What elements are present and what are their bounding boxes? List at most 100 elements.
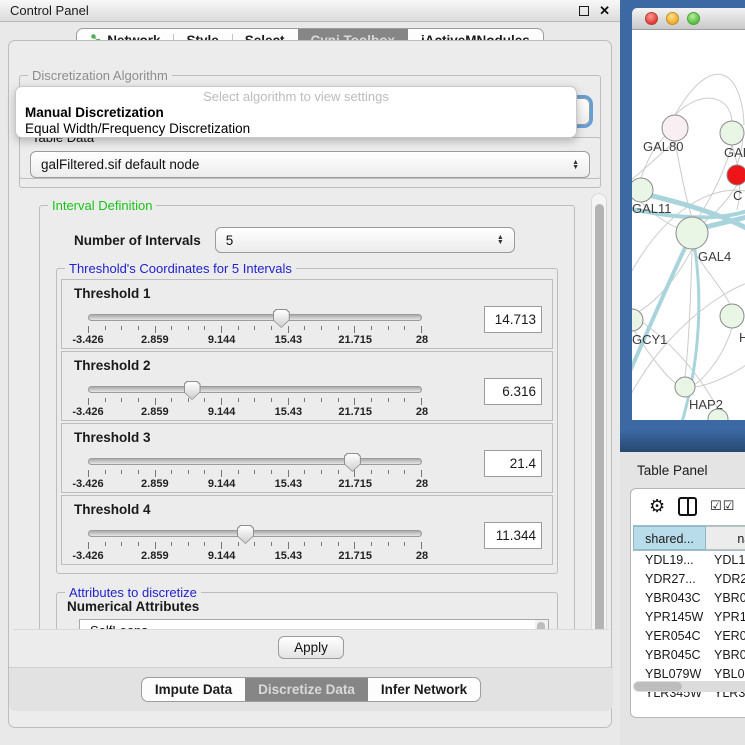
slider-track[interactable] <box>88 530 422 537</box>
threshold-row: Threshold 2-3.4262.8599.14415.4321.71528… <box>61 351 553 421</box>
network-node-label: GCY1 <box>632 332 667 347</box>
apply-button[interactable]: Apply <box>278 636 344 659</box>
scale-label: -3.426 <box>72 334 103 346</box>
threshold-value-field[interactable]: 11.344 <box>484 522 542 549</box>
cell-shared-name: YDL19... <box>633 551 706 570</box>
table-row[interactable]: YDL19...YDL19... <box>633 551 745 570</box>
attributes-group-label: Attributes to discretize <box>65 585 201 600</box>
threshold-value-field[interactable]: 6.316 <box>484 378 542 405</box>
network-edge[interactable] <box>632 249 692 316</box>
scale-label: 2.859 <box>141 406 169 418</box>
network-node-label: H <box>739 330 745 345</box>
table-panel: Table Panel ⚙ ☑☑ shared... name YDL19...… <box>620 452 745 745</box>
network-edge[interactable] <box>685 249 692 377</box>
tab-discretize-data-label: Discretize Data <box>258 682 355 697</box>
split-columns-icon[interactable] <box>678 497 697 516</box>
table-row[interactable]: YPR145WYPR145W <box>633 608 745 627</box>
number-of-intervals-combobox[interactable]: 5 ▲▼ <box>215 227 515 253</box>
network-edge[interactable] <box>632 312 718 409</box>
zoom-traffic-light-icon[interactable] <box>687 12 700 25</box>
network-node[interactable] <box>727 165 745 185</box>
window-frame-shadow <box>620 430 745 452</box>
close-traffic-light-icon[interactable] <box>645 12 658 25</box>
scale-label: 28 <box>416 406 428 418</box>
scale-label: 28 <box>416 550 428 562</box>
network-node[interactable] <box>632 309 643 331</box>
network-node-label: GAL80 <box>643 139 683 154</box>
slider-track[interactable] <box>88 386 422 393</box>
table-panel-title: Table Panel <box>620 452 745 478</box>
cell-shared-name: YER054C <box>633 627 706 646</box>
settings-scroll-area: Interval Definition Number of Intervals … <box>13 193 609 663</box>
slider-ticks <box>88 542 422 549</box>
cell-shared-name: YDR27... <box>633 570 706 589</box>
float-window-icon[interactable] <box>579 6 589 16</box>
table-row[interactable]: YDR27...YDR27... <box>633 570 745 589</box>
number-of-intervals-label: Number of Intervals <box>74 233 201 248</box>
threshold-row: Threshold 3-3.4262.8599.14415.4321.71528… <box>61 423 553 493</box>
settings-vertical-scrollbar[interactable] <box>591 193 607 663</box>
threshold-label: Threshold 1 <box>74 286 151 301</box>
scale-label: 15.43 <box>275 550 303 562</box>
popup-item-equal-width[interactable]: Equal Width/Frequency Discretization <box>16 121 576 137</box>
tab-infer-network-label: Infer Network <box>381 682 467 697</box>
table-data-combobox[interactable]: galFiltered.sif default node ▲▼ <box>30 151 590 178</box>
table-toolbar: ⚙ ☑☑ <box>631 489 745 523</box>
table-horizontal-scrollbar[interactable] <box>633 681 745 692</box>
scale-label: 9.144 <box>208 478 236 490</box>
popup-item-manual-discretization[interactable]: Manual Discretization <box>16 105 576 121</box>
slider-track[interactable] <box>88 458 422 465</box>
cell-shared-name: YPR145W <box>633 608 706 627</box>
threshold-label: Threshold 4 <box>74 502 151 517</box>
network-window-titlebar <box>632 8 745 30</box>
slider-ticks <box>88 470 422 477</box>
stepper-icon: ▲▼ <box>572 160 579 170</box>
table-row[interactable]: YER054CYER054C <box>633 627 745 646</box>
close-icon[interactable]: ✕ <box>599 6 610 16</box>
thresholds-group-label: Threshold's Coordinates for 5 Intervals <box>65 261 296 276</box>
control-panel: Control Panel ✕ Network Style Select Cyn… <box>0 0 620 745</box>
control-panel-titlebar: Control Panel ✕ <box>0 0 620 22</box>
cyni-toolbox-panel: Discretization Algorithm Select algorith… <box>8 40 612 728</box>
network-node[interactable] <box>676 217 708 249</box>
slider-scale: -3.4262.8599.14415.4321.71528 <box>88 478 422 490</box>
network-window: GAL80GALCGAL11GAL4GCY1HHAP2 <box>632 8 745 420</box>
network-edge[interactable] <box>675 74 744 125</box>
slider-track[interactable] <box>88 314 422 321</box>
slider-scale: -3.4262.8599.14415.4321.71528 <box>88 334 422 346</box>
tab-impute-data[interactable]: Impute Data <box>142 678 245 701</box>
panel-title: Control Panel <box>10 3 89 18</box>
interval-definition-label: Interval Definition <box>48 198 156 213</box>
network-node[interactable] <box>720 121 744 145</box>
network-edge-thick[interactable] <box>632 233 692 378</box>
select-checkboxes-icon[interactable]: ☑☑ <box>710 498 735 514</box>
threshold-value-field[interactable]: 21.4 <box>484 450 542 477</box>
column-header-name[interactable]: name <box>706 526 745 550</box>
threshold-label: Threshold 3 <box>74 430 151 445</box>
network-node-label: GAL11 <box>632 201 672 216</box>
scale-label: 2.859 <box>141 478 169 490</box>
network-node[interactable] <box>720 304 744 328</box>
network-node[interactable] <box>632 178 653 202</box>
table-row[interactable]: YBR043CYBR043C <box>633 589 745 608</box>
slider-ticks <box>88 326 422 333</box>
threshold-value-field[interactable]: 14.713 <box>484 306 542 333</box>
cell-name: YDL19... <box>706 551 745 570</box>
tab-discretize-data[interactable]: Discretize Data <box>245 678 368 701</box>
threshold-row: Threshold 1 -3.4262.8599.14415.4321.71528… <box>61 279 553 349</box>
table-row[interactable]: YBR045CYBR045C <box>633 646 745 665</box>
column-header-shared[interactable]: shared... <box>633 526 706 550</box>
network-canvas[interactable]: GAL80GALCGAL11GAL4GCY1HHAP2 <box>632 30 745 420</box>
cell-name: YDR27... <box>706 570 745 589</box>
gear-icon[interactable]: ⚙ <box>649 497 665 515</box>
minimize-traffic-light-icon[interactable] <box>666 12 679 25</box>
scale-label: 21.715 <box>338 406 372 418</box>
network-node[interactable] <box>662 115 688 141</box>
scale-label: 2.859 <box>141 550 169 562</box>
threshold-row: Threshold 4-3.4262.8599.14415.4321.71528… <box>61 495 553 565</box>
network-node[interactable] <box>675 377 695 397</box>
network-node-label: C <box>733 188 742 203</box>
discretization-algorithm-label: Discretization Algorithm <box>28 68 172 83</box>
tab-infer-network[interactable]: Infer Network <box>368 678 480 701</box>
table-data-group: Table Data galFiltered.sif default node … <box>19 137 601 188</box>
